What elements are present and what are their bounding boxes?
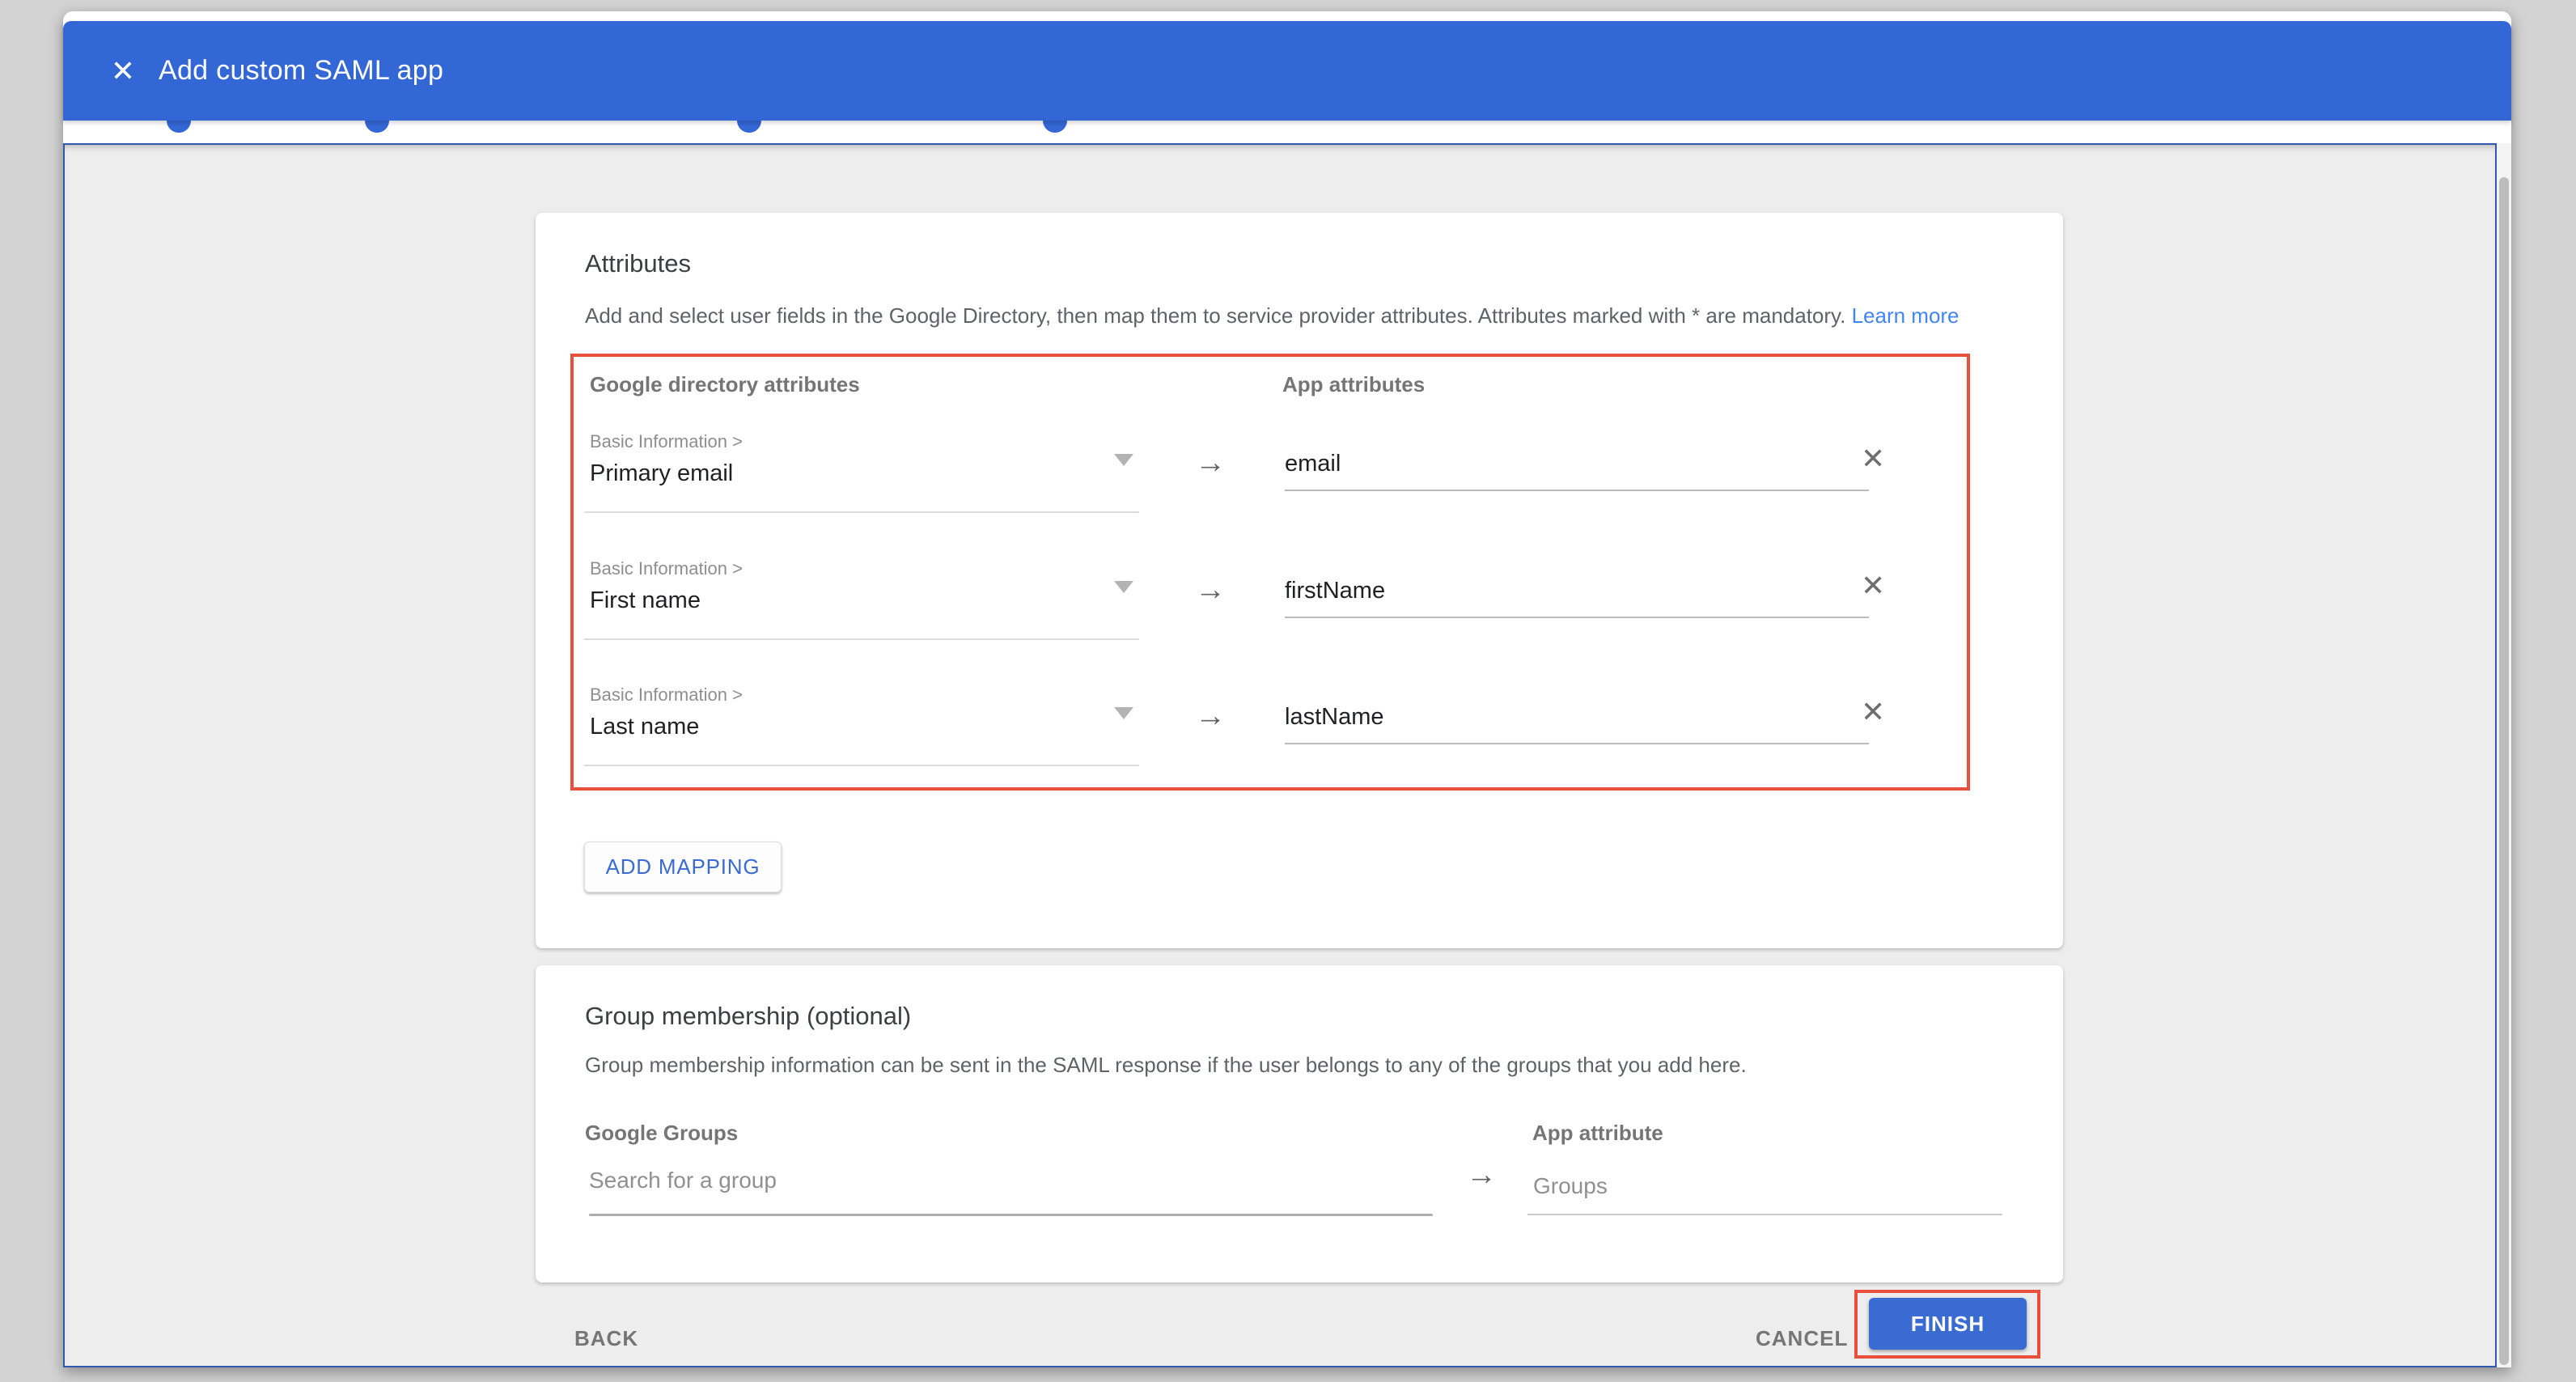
group-membership-card: Group membership (optional) Group member… <box>536 965 2063 1282</box>
attributes-card-title: Attributes <box>585 249 691 278</box>
chevron-down-icon[interactable] <box>1114 454 1133 466</box>
arrow-right-icon: → <box>1195 699 1226 734</box>
add-saml-app-dialog: ✕ Add custom SAML app Attributes Add and… <box>63 11 2511 1367</box>
mapping-row: Basic Information > Last name → ✕ <box>536 685 2063 798</box>
attributes-card-description: Add and select user fields in the Google… <box>585 303 1960 329</box>
remove-mapping-icon[interactable]: ✕ <box>1861 570 1885 602</box>
app-attribute-underline <box>1285 743 1869 744</box>
dialog-body: Attributes Add and select user fields in… <box>63 143 2497 1367</box>
directory-field-select[interactable]: First name <box>590 587 701 614</box>
directory-field-underline <box>584 765 1139 766</box>
scrollbar-thumb[interactable] <box>2499 177 2509 1365</box>
back-button[interactable]: BACK <box>574 1326 638 1351</box>
group-search-underline <box>589 1214 1433 1216</box>
arrow-right-icon: → <box>1195 573 1226 608</box>
finish-button[interactable]: FINISH <box>1869 1298 2027 1350</box>
directory-category-label: Basic Information > <box>590 558 743 579</box>
groups-app-attribute-input[interactable] <box>1533 1173 1986 1199</box>
directory-category-label: Basic Information > <box>590 685 743 706</box>
dialog-header: ✕ Add custom SAML app <box>63 21 2511 121</box>
add-mapping-button[interactable]: ADD MAPPING <box>584 841 782 892</box>
close-icon[interactable]: ✕ <box>104 52 142 91</box>
attributes-card: Attributes Add and select user fields in… <box>536 213 2063 948</box>
remove-mapping-icon[interactable]: ✕ <box>1861 696 1885 728</box>
arrow-right-icon: → <box>1195 446 1226 481</box>
directory-field-underline <box>584 638 1139 640</box>
finish-annotation-box: FINISH <box>1854 1290 2040 1359</box>
mapping-row: Basic Information > First name → ✕ <box>536 558 2063 672</box>
scrollbar[interactable] <box>2497 143 2511 1367</box>
attributes-description-text: Add and select user fields in the Google… <box>585 303 1852 328</box>
app-attribute-input[interactable] <box>1285 578 1851 604</box>
app-attribute-label: App attribute <box>1532 1121 1663 1146</box>
remove-mapping-icon[interactable]: ✕ <box>1861 443 1885 475</box>
chevron-down-icon[interactable] <box>1114 707 1133 719</box>
group-card-description: Group membership information can be sent… <box>585 1053 1747 1078</box>
app-attribute-underline <box>1285 617 1869 618</box>
app-attributes-column-header: App attributes <box>1282 372 1425 397</box>
groups-app-attribute-underline <box>1527 1214 2002 1215</box>
directory-attributes-column-header: Google directory attributes <box>590 372 860 397</box>
dialog-title: Add custom SAML app <box>159 55 443 87</box>
arrow-right-icon: → <box>1466 1158 1497 1193</box>
app-attribute-input[interactable] <box>1285 451 1851 477</box>
directory-field-underline <box>584 511 1139 513</box>
directory-field-select[interactable]: Primary email <box>590 460 733 487</box>
group-search-input[interactable] <box>589 1168 1398 1193</box>
directory-field-select[interactable]: Last name <box>590 714 699 740</box>
app-attribute-underline <box>1285 490 1869 491</box>
cancel-button[interactable]: CANCEL <box>1756 1326 1848 1351</box>
app-attribute-input[interactable] <box>1285 704 1851 731</box>
directory-category-label: Basic Information > <box>590 431 743 452</box>
learn-more-link[interactable]: Learn more <box>1852 303 1960 328</box>
mapping-row: Basic Information > Primary email → ✕ <box>536 431 2063 545</box>
chevron-down-icon[interactable] <box>1114 581 1133 593</box>
google-groups-label: Google Groups <box>585 1121 738 1146</box>
group-card-title: Group membership (optional) <box>585 1002 911 1031</box>
